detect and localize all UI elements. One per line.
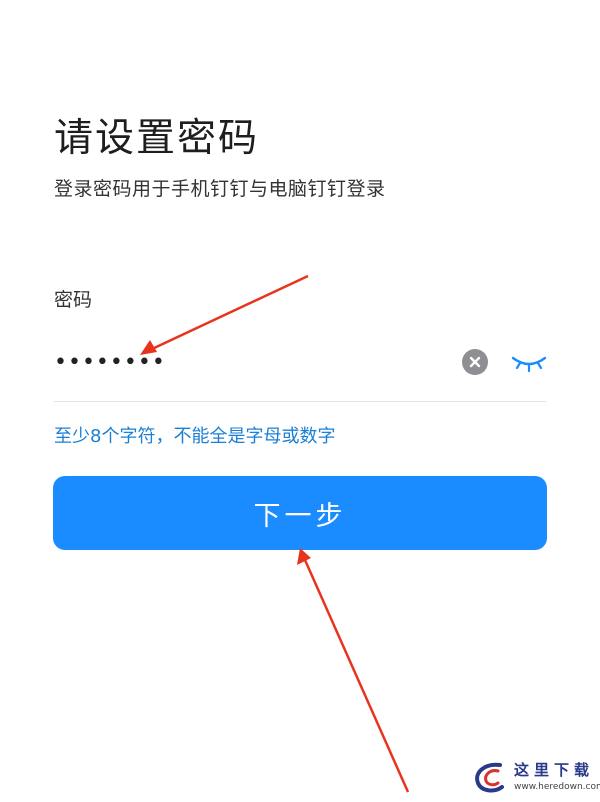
watermark: 这里下载 www.heredown.com <box>470 755 600 799</box>
annotation-arrow-to-button <box>297 548 410 793</box>
page-subtitle: 登录密码用于手机钉钉与电脑钉钉登录 <box>54 178 386 200</box>
input-divider <box>54 401 546 402</box>
page-title: 请设置密码 <box>54 116 260 161</box>
password-label: 密码 <box>54 289 93 311</box>
clear-circle-icon[interactable] <box>462 349 488 375</box>
watermark-url: www.heredown.com <box>514 782 600 792</box>
password-row <box>54 340 548 384</box>
eye-closed-icon[interactable] <box>510 350 548 374</box>
watermark-title: 这里下载 <box>514 761 595 779</box>
set-password-page: 请设置密码 登录密码用于手机钉钉与电脑钉钉登录 密码 至少8个字符，不能全是字母… <box>0 0 600 802</box>
password-input[interactable] <box>54 340 444 384</box>
next-button[interactable]: 下一步 <box>53 476 547 550</box>
watermark-logo-icon <box>475 762 504 793</box>
password-hint: 至少8个字符，不能全是字母或数字 <box>54 426 336 447</box>
